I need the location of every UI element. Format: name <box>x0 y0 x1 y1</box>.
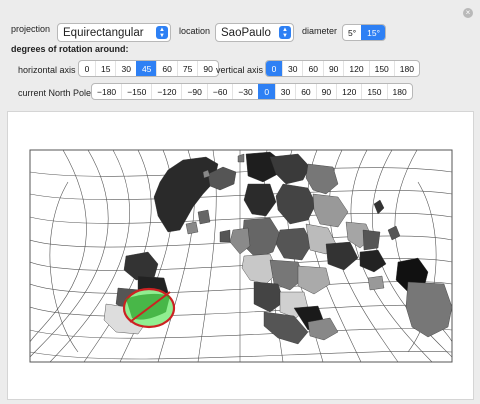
horizontal-axis-option[interactable]: 30 <box>115 61 135 76</box>
diameter-option[interactable]: 15° <box>361 25 385 40</box>
projection-label: projection <box>11 24 51 34</box>
projection-select[interactable]: Equirectangular ▲ ▼ <box>57 23 171 42</box>
location-label: location <box>179 26 211 36</box>
north-pole-label: current North Pole <box>18 88 92 98</box>
vertical-axis-option[interactable]: 30 <box>282 61 302 76</box>
vertical-axis-option[interactable]: 150 <box>368 61 394 76</box>
close-icon[interactable]: × <box>463 8 473 18</box>
north-pole-option[interactable]: −60 <box>206 84 232 99</box>
horizontal-axis-option[interactable]: 75 <box>176 61 197 76</box>
north-pole-option[interactable]: 150 <box>361 84 386 99</box>
projection-select-value: Equirectangular <box>63 26 144 39</box>
horizontal-axis-option[interactable]: 0 <box>79 61 95 76</box>
north-pole-option[interactable]: 30 <box>274 84 295 99</box>
horizontal-axis-label: horizontal axis <box>18 65 76 75</box>
horizontal-axis-option[interactable]: 60 <box>156 61 176 76</box>
chevron-updown-icon: ▲ ▼ <box>279 26 291 39</box>
map-panel <box>7 111 474 400</box>
location-select-value: SaoPaulo <box>221 26 271 39</box>
north-pole-option[interactable]: −90 <box>181 84 206 99</box>
diameter-label: diameter <box>302 26 338 36</box>
vertical-axis-option[interactable]: 120 <box>343 61 368 76</box>
vertical-axis-option[interactable]: 60 <box>302 61 322 76</box>
north-pole-option[interactable]: 120 <box>336 84 361 99</box>
north-pole-option[interactable]: 0 <box>257 84 275 99</box>
vertical-axis-option[interactable]: 0 <box>266 61 282 76</box>
vertical-axis-label: vertical axis <box>216 65 264 75</box>
vertical-axis-option[interactable]: 180 <box>393 61 419 76</box>
rotation-heading: degrees of rotation around: <box>11 44 129 54</box>
north-pole-option[interactable]: −30 <box>232 84 257 99</box>
horizontal-axis-option[interactable]: 15 <box>95 61 115 76</box>
vertical-axis-option[interactable]: 90 <box>322 61 343 76</box>
north-pole-option[interactable]: 90 <box>315 84 336 99</box>
horizontal-axis-option[interactable]: 45 <box>135 61 157 76</box>
horizontal-axis-option[interactable]: 90 <box>197 61 217 76</box>
north-pole-option[interactable]: −150 <box>121 84 151 99</box>
diameter-segmented-control[interactable]: 5° 15° <box>342 24 386 41</box>
horizontal-axis-segmented-control[interactable]: 0 15 30 45 60 75 90 <box>78 60 219 77</box>
north-pole-option[interactable]: −180 <box>92 84 121 99</box>
world-map <box>29 149 453 363</box>
north-pole-option[interactable]: 180 <box>386 84 412 99</box>
diameter-option[interactable]: 5° <box>343 25 361 40</box>
location-select[interactable]: SaoPaulo ▲ ▼ <box>215 23 294 42</box>
vertical-axis-segmented-control[interactable]: 0 30 60 90 120 150 180 <box>265 60 420 77</box>
north-pole-option[interactable]: −120 <box>151 84 181 99</box>
north-pole-option[interactable]: 60 <box>295 84 315 99</box>
chevron-updown-icon: ▲ ▼ <box>156 26 168 39</box>
north-pole-segmented-control[interactable]: −180 −150 −120 −90 −60 −30 0 30 60 90 120 150 180 <box>91 83 413 100</box>
